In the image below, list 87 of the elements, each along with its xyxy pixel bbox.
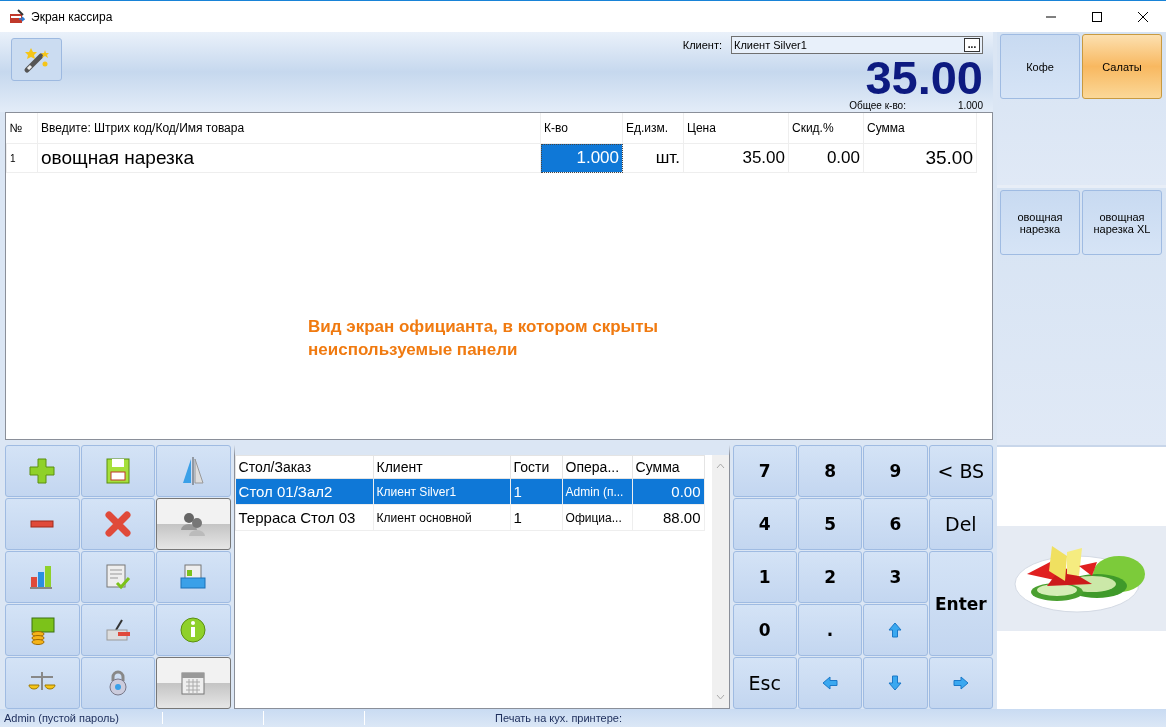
total-amount: 35.00 bbox=[865, 56, 983, 100]
arrow-key[interactable] bbox=[928, 657, 993, 709]
product-tile[interactable]: овощная нарезка XL bbox=[1082, 190, 1162, 255]
magic-wand-button[interactable] bbox=[11, 38, 62, 81]
maximize-icon bbox=[1091, 10, 1103, 23]
table-cell[interactable]: 0.00 bbox=[632, 478, 705, 505]
key-button[interactable]: 0 bbox=[732, 604, 797, 656]
arrow-down-icon bbox=[887, 675, 904, 691]
status-printer: Печать на кух. принтере: bbox=[494, 712, 622, 724]
column-header[interactable]: Сумма bbox=[863, 113, 977, 144]
key-button[interactable]: 4 bbox=[732, 498, 797, 550]
column-header[interactable]: Гости bbox=[510, 455, 563, 479]
table-cell[interactable]: 1 bbox=[510, 504, 563, 531]
table-cell[interactable]: Официа... bbox=[562, 504, 633, 531]
key-button[interactable]: Enter bbox=[928, 551, 993, 656]
tool-button[interactable] bbox=[5, 445, 80, 497]
key-button[interactable]: . bbox=[797, 604, 863, 656]
arrow-left-icon bbox=[822, 675, 839, 691]
table-cell[interactable]: Стол 01/Зал2 bbox=[235, 478, 374, 505]
key-button[interactable]: 9 bbox=[863, 445, 928, 497]
key-button[interactable]: 5 bbox=[797, 498, 863, 550]
tool-button[interactable] bbox=[5, 657, 80, 709]
arrow-right-icon bbox=[952, 675, 969, 691]
table-cell[interactable]: Клиент основной bbox=[373, 504, 511, 531]
column-header[interactable]: Стол/Заказ bbox=[235, 455, 374, 479]
table-cell[interactable]: 88.00 bbox=[632, 504, 705, 531]
app-icon bbox=[9, 8, 25, 25]
arrow-key[interactable] bbox=[797, 657, 863, 709]
key-button[interactable]: 8 bbox=[797, 445, 863, 497]
browse-button[interactable]: ... bbox=[964, 38, 980, 52]
table-cell[interactable]: 0.00 bbox=[788, 143, 864, 173]
annotation-text: Вид экран официанта, в котором скрыты неиспользуемые панели bbox=[308, 316, 659, 361]
column-header[interactable]: Клиент bbox=[373, 455, 511, 479]
tool-button[interactable] bbox=[156, 604, 231, 656]
tool-button[interactable] bbox=[80, 604, 156, 656]
column-header[interactable]: Скид.% bbox=[788, 113, 864, 144]
close-icon bbox=[1137, 10, 1149, 23]
table-cell[interactable]: Терраса Стол 03 bbox=[235, 504, 374, 531]
table-cell[interactable]: 35.00 bbox=[863, 143, 977, 173]
tool-button[interactable] bbox=[156, 445, 231, 497]
client-label: Клиент: bbox=[682, 39, 722, 51]
tool-button[interactable] bbox=[80, 657, 156, 709]
key-button[interactable]: 2 bbox=[797, 551, 863, 603]
minus-icon bbox=[30, 520, 55, 528]
column-header[interactable]: Цена bbox=[683, 113, 789, 144]
tool-button[interactable] bbox=[156, 498, 231, 550]
tool-button[interactable] bbox=[80, 498, 156, 550]
table-cell[interactable]: 35.00 bbox=[683, 143, 789, 173]
key-button[interactable]: 1 bbox=[732, 551, 797, 603]
quantity-value: 1.000 bbox=[957, 100, 983, 111]
key-button[interactable]: 6 bbox=[863, 498, 928, 550]
quantity-label: Общее к-во: bbox=[849, 100, 906, 111]
arrow-key[interactable] bbox=[863, 657, 928, 709]
column-header[interactable]: Сумма bbox=[632, 455, 705, 479]
table-cell[interactable]: шт. bbox=[622, 143, 684, 173]
key-button[interactable]: Del bbox=[928, 498, 993, 550]
column-header[interactable]: Опера... bbox=[562, 455, 633, 479]
product-tile[interactable]: овощная нарезка bbox=[1000, 190, 1080, 255]
client-field[interactable]: Клиент Silver1 ... bbox=[731, 36, 983, 54]
category-tile[interactable]: Кофе bbox=[1000, 34, 1080, 99]
status-user: Admin (пустой пароль) bbox=[0, 712, 163, 724]
tool-button[interactable] bbox=[5, 604, 80, 656]
table-cell[interactable]: 1 bbox=[6, 143, 38, 173]
key-button[interactable]: 7 bbox=[732, 445, 797, 497]
table-cell[interactable]: Клиент Silver1 bbox=[373, 478, 511, 505]
arrow-key[interactable] bbox=[863, 604, 928, 656]
tool-button[interactable] bbox=[5, 551, 80, 603]
table-cell[interactable]: 1.000 bbox=[540, 143, 623, 173]
category-tile[interactable]: Салаты bbox=[1082, 34, 1162, 99]
table-cell[interactable]: овощная нарезка bbox=[37, 143, 541, 173]
key-button[interactable]: Esc bbox=[732, 657, 797, 709]
scrollbar[interactable] bbox=[711, 455, 729, 708]
column-header[interactable]: № bbox=[6, 113, 38, 144]
table-cell[interactable]: Admin (п... bbox=[562, 478, 633, 505]
tool-button[interactable] bbox=[5, 498, 80, 550]
tool-button[interactable] bbox=[80, 445, 156, 497]
key-button[interactable]: 3 bbox=[863, 551, 928, 603]
tool-button[interactable] bbox=[156, 551, 231, 603]
key-button[interactable]: < BS bbox=[928, 445, 993, 497]
tool-button[interactable] bbox=[80, 551, 156, 603]
column-header[interactable]: Введите: Штрих код/Код/Имя товара bbox=[37, 113, 541, 144]
scroll-up-icon bbox=[715, 463, 725, 469]
scroll-down-icon bbox=[715, 694, 725, 700]
tool-button[interactable] bbox=[156, 657, 231, 709]
column-header[interactable]: Ед.изм. bbox=[622, 113, 684, 144]
arrow-up-icon bbox=[887, 622, 904, 638]
window-title: Экран кассира bbox=[31, 9, 113, 24]
